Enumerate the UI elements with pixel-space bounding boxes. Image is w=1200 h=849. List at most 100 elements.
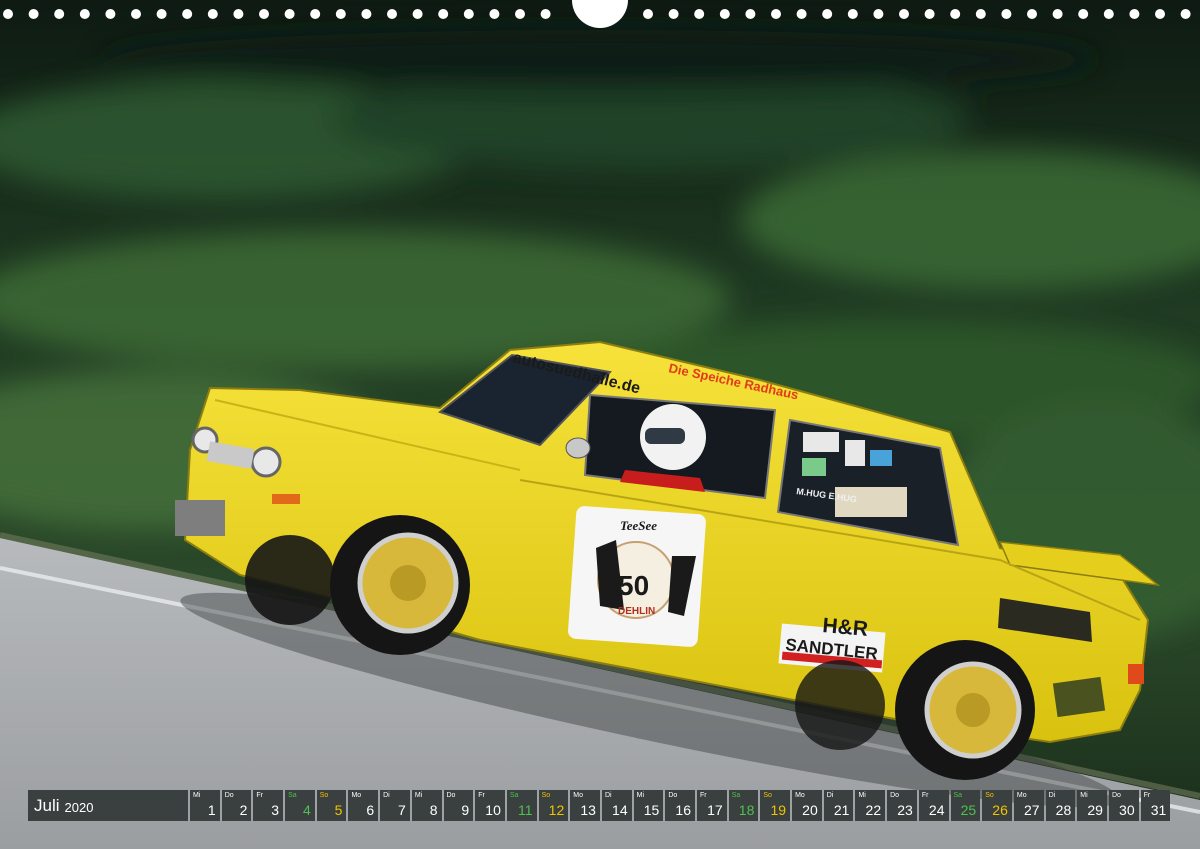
day-number: 11 (518, 802, 533, 818)
day-cell: So 12 (538, 790, 569, 821)
weekday-label: Fr (921, 792, 929, 799)
binding-hole (1078, 9, 1089, 19)
race-number: 50 (618, 570, 649, 601)
day-cell: Sa 25 (950, 790, 981, 821)
day-number: 9 (461, 802, 470, 818)
binding-hole (950, 9, 961, 19)
day-cell: Do 9 (443, 790, 474, 821)
binding-hole (131, 9, 141, 19)
day-number: 19 (770, 802, 787, 818)
spiral-binding (3, 0, 1191, 28)
day-cell: Mi 22 (855, 790, 886, 821)
binding-hole (873, 9, 884, 19)
binding-hole (412, 9, 423, 19)
day-cell: So 5 (316, 790, 347, 821)
day-number: 24 (928, 802, 945, 818)
day-cell: Di 14 (601, 790, 632, 821)
race-car-photo: autosuedhalle.de Die Speiche Radhaus Tee… (0, 0, 1200, 849)
weekday-label: Fr (700, 792, 707, 799)
binding-hole (1001, 9, 1012, 19)
binding-hole (643, 9, 653, 19)
day-cell: Mi 29 (1077, 790, 1107, 821)
day-cell: Mo 27 (1013, 790, 1044, 821)
binding-hole (975, 9, 986, 19)
weekday-label: Mo (795, 792, 805, 799)
weekday-label: Fr (478, 792, 485, 799)
binding-hole (1103, 9, 1114, 19)
weekday-label: Di (826, 792, 834, 799)
weekday-label: Do (668, 792, 678, 799)
weekday-label: Sa (288, 792, 297, 799)
weekday-label: Mi (1080, 792, 1088, 799)
day-cell: Mo 6 (348, 790, 379, 821)
day-cell: Mo 20 (792, 790, 822, 821)
day-cell: Mi 1 (190, 790, 220, 821)
month-name: Juli (34, 795, 60, 815)
binding-hole (3, 9, 13, 19)
binding-hole (105, 9, 116, 19)
binding-hole (207, 9, 218, 19)
day-number: 28 (1055, 802, 1072, 818)
day-number: 18 (738, 802, 755, 818)
weekday-label: Mi (414, 792, 423, 799)
weekday-label: Do (1111, 792, 1121, 799)
weekday-label: Di (383, 792, 390, 799)
binding-hole (28, 9, 39, 19)
binding-hole (1180, 9, 1191, 19)
binding-hole (924, 9, 935, 19)
day-number: 6 (366, 802, 375, 818)
weekday-label: Mo (573, 792, 583, 799)
binding-hole (719, 9, 730, 19)
weekday-label: Di (1048, 792, 1056, 799)
day-number: 3 (271, 802, 280, 818)
binding-hole (847, 9, 858, 19)
day-cell: Sa 4 (285, 790, 315, 821)
weekday-label: So (319, 792, 329, 799)
day-number: 15 (643, 802, 660, 818)
day-number: 8 (429, 802, 438, 818)
weekday-label: So (763, 792, 772, 799)
day-cell: So 19 (760, 790, 791, 821)
day-cell: Fr 24 (918, 790, 949, 821)
binding-hole (771, 9, 781, 19)
day-cell: Do 2 (221, 790, 252, 821)
day-cell: So 26 (982, 790, 1012, 821)
weekday-label: Do (890, 792, 900, 799)
binding-hole (79, 9, 90, 19)
binding-hole (515, 9, 525, 19)
sponsor-hr: H&R (822, 614, 869, 641)
binding-hole (310, 9, 321, 19)
weekday-label: Fr (256, 792, 263, 799)
door-city: DEHLIN (618, 606, 655, 617)
binding-hole (233, 9, 244, 19)
binding-hole (694, 9, 705, 19)
binding-hole (1155, 9, 1165, 19)
year: 2020 (64, 799, 94, 815)
weekday-label: Fr (1143, 792, 1151, 799)
day-number: 4 (302, 802, 311, 818)
binding-hole (899, 9, 909, 19)
day-cell: Fr 3 (253, 790, 284, 821)
weekday-label: Do (224, 792, 234, 799)
day-number: 20 (802, 802, 818, 818)
day-cell: Do 23 (887, 790, 917, 821)
binding-hole (284, 9, 295, 19)
weekday-label: Sa (509, 792, 519, 799)
day-number: 26 (992, 802, 1008, 818)
binding-hole (182, 9, 193, 19)
day-cell: Di 21 (823, 790, 854, 821)
binding-hole (796, 9, 807, 19)
weekday-label: Mo (351, 792, 362, 799)
day-cell: Mo 13 (570, 790, 600, 821)
binding-hole (1027, 9, 1037, 19)
day-number: 12 (548, 802, 565, 818)
day-cell: Mi 8 (411, 790, 442, 821)
day-cell: Mi 15 (633, 790, 664, 821)
month-label: Juli 2020 (28, 790, 188, 821)
day-number: 30 (1119, 802, 1135, 818)
binding-hole (1052, 9, 1063, 19)
day-cell: Do 16 (665, 790, 695, 821)
day-number: 27 (1023, 802, 1040, 818)
binding-hole (489, 9, 500, 19)
day-number: 22 (865, 802, 882, 818)
